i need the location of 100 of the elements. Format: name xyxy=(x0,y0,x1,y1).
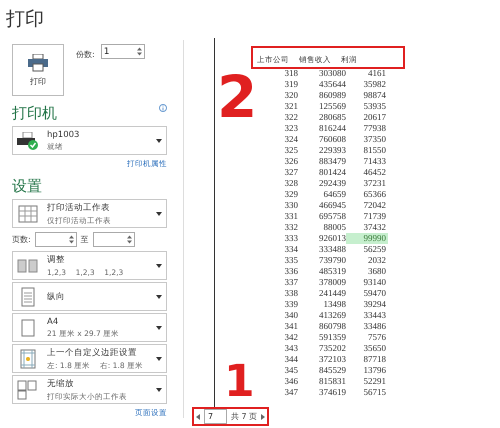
table-cell-text: 336 xyxy=(284,266,298,277)
copies-field[interactable]: 1 xyxy=(100,44,145,59)
spin-arrows-icon[interactable] xyxy=(136,47,142,56)
table-cell-text: 374619 xyxy=(318,387,346,398)
table-cell-text: 335 xyxy=(284,255,298,266)
table-cell-text: 326 xyxy=(284,156,298,167)
annotation-number: 2 xyxy=(217,68,258,126)
table-cell-text: 331 xyxy=(284,211,298,222)
caret-icon xyxy=(156,212,162,216)
table-cell-text: 926013 xyxy=(318,233,346,244)
table-cell-text: 64659 xyxy=(322,189,346,200)
previous-page-button[interactable] xyxy=(196,414,200,420)
page-number-field[interactable]: 7 xyxy=(204,409,227,424)
table-cell-text: 328 xyxy=(284,178,298,189)
page-to-field[interactable] xyxy=(92,232,135,247)
table-cell-text: 325 xyxy=(284,145,298,156)
table-cell-text: 88005 xyxy=(322,222,346,233)
table-cell-text: 413269 xyxy=(318,310,346,321)
table-cell-text: 329 xyxy=(284,189,298,200)
table-cell-text: 372103 xyxy=(318,354,346,365)
table-cell-text: 324 xyxy=(284,134,298,145)
table-cell-text: 46452 xyxy=(362,167,387,178)
table-cell-text: 735202 xyxy=(318,343,346,354)
table-cell-text: 81550 xyxy=(362,145,387,156)
table-cell-text: 72042 xyxy=(362,200,387,211)
table-cell-text: 435644 xyxy=(318,79,346,90)
table-cell-text: 13498 xyxy=(322,299,346,310)
table-cell-text: 56259 xyxy=(362,244,387,255)
setting-dropdown[interactable]: 纵向 xyxy=(12,282,167,311)
table-cell-text: 292439 xyxy=(318,178,346,189)
table-cell-text: 7576 xyxy=(367,332,387,343)
table-cell-text: 343 xyxy=(284,343,298,354)
grid-icon xyxy=(17,204,39,224)
table-cell-text: 346 xyxy=(284,376,298,387)
table-cell-text: 342 xyxy=(284,332,298,343)
table-cell-text: 485319 xyxy=(318,266,346,277)
table-cell-text: 695758 xyxy=(318,211,346,222)
table-cell-text: 801424 xyxy=(318,167,346,178)
table-cell-text: 71433 xyxy=(362,156,387,167)
table-cell-text: 280685 xyxy=(318,112,346,123)
printer-heading: 打印机 xyxy=(12,104,57,123)
print-button[interactable]: 打印 xyxy=(12,44,64,96)
page-from-field[interactable] xyxy=(34,232,77,247)
table-cell-text: 816244 xyxy=(318,123,346,134)
table-cell: 99990 xyxy=(346,233,388,244)
caret-icon xyxy=(156,264,162,268)
table-cell-text: 347 xyxy=(284,387,298,398)
table-cell-text: 52291 xyxy=(362,376,387,387)
annotation-number: 1 xyxy=(224,360,255,404)
table-cell-text: 65366 xyxy=(362,189,387,200)
pages-label: 页数: xyxy=(12,234,31,245)
table-cell-text: 340 xyxy=(284,310,298,321)
caret-icon xyxy=(156,294,162,298)
table-cell-text: 33486 xyxy=(362,321,387,332)
table-cell-text: 333488 xyxy=(318,244,346,255)
table-cell-text: 125569 xyxy=(318,101,346,112)
table-cell-text: 815831 xyxy=(318,376,346,387)
table-cell-text: 321 xyxy=(284,101,298,112)
table-cell-text: 53935 xyxy=(362,101,387,112)
settings-heading: 设置 xyxy=(12,177,43,196)
caret-icon xyxy=(156,326,162,330)
info-icon[interactable] xyxy=(159,104,167,112)
table-cell-text: 320 xyxy=(284,90,298,101)
table-cell-text: 322 xyxy=(284,112,298,123)
table-cell-text: 344 xyxy=(284,354,298,365)
caret-icon xyxy=(156,356,162,360)
spin-arrows-icon[interactable] xyxy=(68,235,74,244)
table-cell-text: 3680 xyxy=(367,266,387,277)
table-cell-text: 39294 xyxy=(362,299,387,310)
copies-label: 份数: xyxy=(76,49,95,60)
table-cell-text: 323 xyxy=(284,123,298,134)
table-cell-text: 845529 xyxy=(318,365,346,376)
printer-ready-icon xyxy=(17,132,39,150)
table-cell-text: 77938 xyxy=(362,123,387,134)
table-cell-text: 98874 xyxy=(362,90,387,101)
page-count: 共 7 页 xyxy=(231,411,258,422)
table-cell-text: 35650 xyxy=(362,343,387,354)
table-cell-text: 860989 xyxy=(318,90,346,101)
table-cell-text: 739790 xyxy=(318,255,346,266)
table-cell-text: 338 xyxy=(284,288,298,299)
table-cell-text: 229393 xyxy=(318,145,346,156)
table-cell-text: 337 xyxy=(284,277,298,288)
table-cell-text: 591359 xyxy=(318,332,346,343)
table-cell-text: 760608 xyxy=(318,134,346,145)
table-cell-text: 241449 xyxy=(318,288,346,299)
table-cell-text: 59470 xyxy=(362,288,387,299)
table-cell-text: 13796 xyxy=(362,365,387,376)
table-cell-text: 33443 xyxy=(362,310,387,321)
table-cell-text: 37231 xyxy=(362,178,387,189)
table-cell-text: 87718 xyxy=(362,354,387,365)
printer-icon xyxy=(28,54,48,72)
table-cell-text: 37432 xyxy=(362,222,387,233)
table-cell-text: 341 xyxy=(284,321,298,332)
next-page-button[interactable] xyxy=(261,414,266,420)
spin-arrows-icon[interactable] xyxy=(126,235,132,244)
table-cell-text: 20617 xyxy=(362,112,387,123)
table-cell-text: 318 xyxy=(284,68,298,79)
table-cell-text: 466945 xyxy=(318,200,346,211)
scale-icon xyxy=(17,380,39,400)
table-cell-text: 330 xyxy=(284,200,298,211)
